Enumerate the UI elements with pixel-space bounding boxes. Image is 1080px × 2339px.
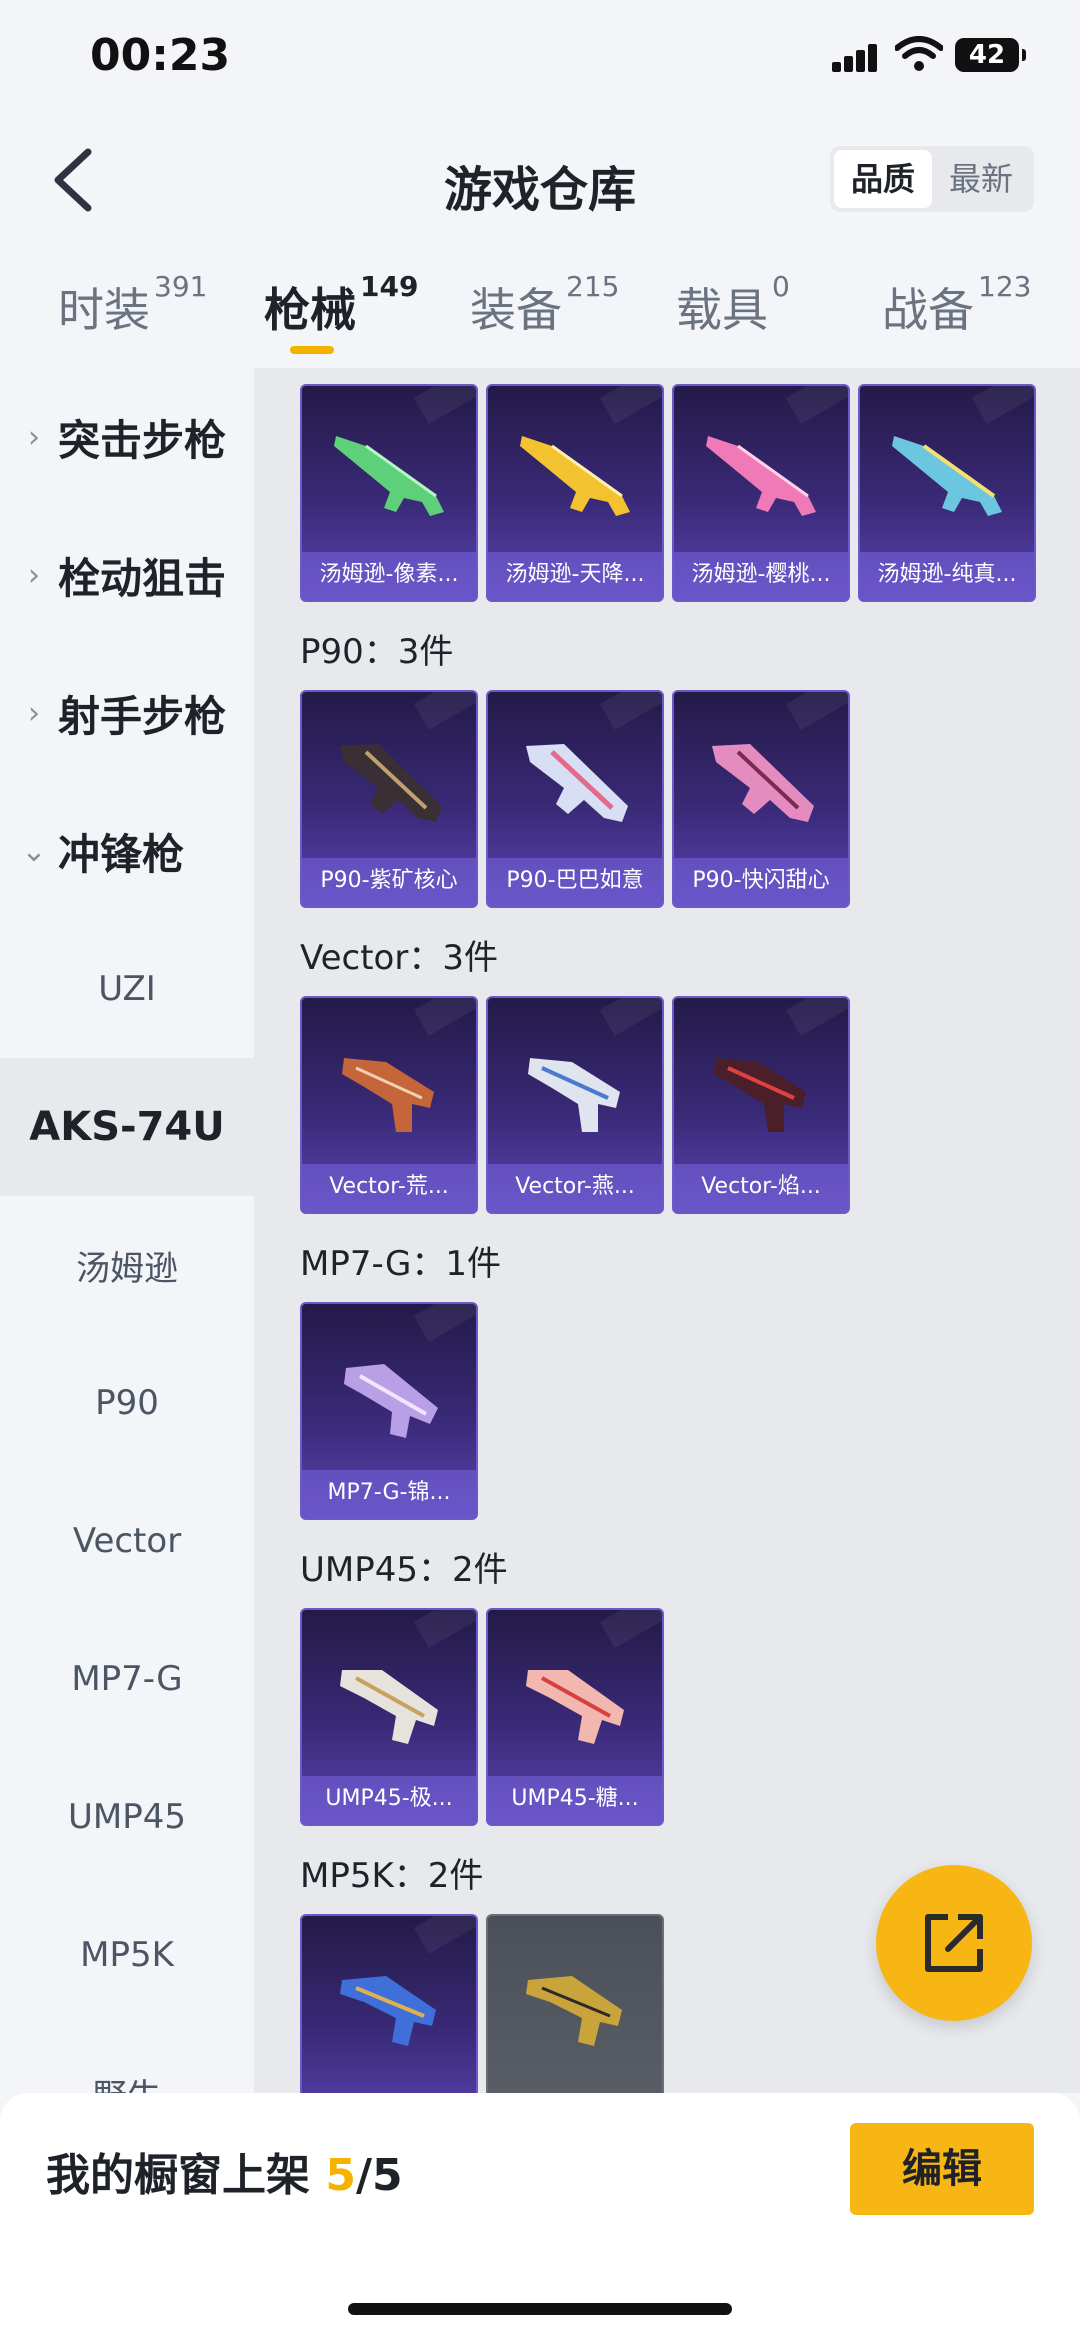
sort-quality-button[interactable]: 品质 — [834, 150, 932, 208]
tab-vehicles[interactable]: 载具 0 — [676, 270, 790, 340]
weapon-card-label: Vector-荒... — [302, 1164, 476, 1212]
share-button[interactable] — [876, 1865, 1032, 2021]
gun-icon — [342, 1058, 434, 1132]
weapon-card-label: UMP45-极... — [302, 1776, 476, 1824]
weapon-card-label: 汤姆逊-像素... — [302, 552, 476, 600]
sidebar-item-ump45[interactable]: UMP45 — [0, 1748, 254, 1886]
weapon-card[interactable]: P90-巴巴如意 — [486, 690, 664, 908]
tab-active-indicator — [290, 346, 334, 354]
weapon-card[interactable]: Vector-焰... — [672, 996, 850, 1214]
sidebar-item-mp5k[interactable]: MP5K — [0, 1886, 254, 2024]
battery-icon: 42 — [955, 38, 1026, 72]
section-title-mp7g: MP7-G：1件 — [300, 1244, 501, 1284]
gun-icon — [340, 1976, 436, 2046]
weapon-card-label: P90-巴巴如意 — [488, 858, 662, 906]
weapon-card[interactable]: 汤姆逊-像素... — [300, 384, 478, 602]
sidebar-category-assault-rifle[interactable]: › 突击步枪 — [0, 368, 254, 506]
home-indicator — [348, 2303, 732, 2315]
gun-icon — [526, 1976, 622, 2046]
chevron-right-icon: › — [28, 419, 40, 455]
weapon-card[interactable]: Vector-荒... — [300, 996, 478, 1214]
weapon-card[interactable] — [486, 1914, 664, 2093]
sidebar-category-bolt-sniper[interactable]: › 栓动狙击 — [0, 506, 254, 644]
gun-icon — [344, 1364, 438, 1438]
weapon-card[interactable]: Vector-燕... — [486, 996, 664, 1214]
section-title-mp5k: MP5K：2件 — [300, 1856, 484, 1896]
chevron-right-icon: › — [28, 695, 40, 731]
gun-icon — [706, 436, 816, 516]
weapon-card[interactable]: P90-快闪甜心 — [672, 690, 850, 908]
sidebar-item-bison[interactable]: 野牛 — [0, 2024, 254, 2094]
weapon-card[interactable]: UMP45-极... — [300, 1608, 478, 1826]
weapon-card-label: Vector-焰... — [674, 1164, 848, 1212]
gun-icon — [528, 1058, 620, 1132]
sidebar: › 突击步枪 › 栓动狙击 › 射手步枪 ⌄ 冲锋枪 UZI AKS-74U 汤姆逊 P… — [0, 368, 254, 2093]
sidebar-item-mp7g[interactable]: MP7-G — [0, 1610, 254, 1748]
sidebar-item-uzi[interactable]: UZI — [0, 920, 254, 1058]
weapon-card[interactable]: UMP45-糖... — [486, 1608, 664, 1826]
gun-icon — [892, 436, 1002, 516]
status-time: 00:23 — [90, 30, 231, 81]
weapon-card-label: UMP45-糖... — [488, 1776, 662, 1824]
category-tabs: 时装 391 枪械 149 装备 215 载具 0 战备 123 — [0, 260, 1080, 368]
wifi-icon — [895, 36, 943, 71]
weapon-card[interactable]: 汤姆逊-纯真... — [858, 384, 1036, 602]
tab-gear[interactable]: 战备 123 — [882, 270, 1031, 340]
sidebar-category-marksman[interactable]: › 射手步枪 — [0, 644, 254, 782]
sidebar-item-p90[interactable]: P90 — [0, 1334, 254, 1472]
status-bar: 00:23 42 — [0, 0, 1080, 120]
sidebar-item-aks74u[interactable]: AKS-74U — [0, 1058, 254, 1196]
tab-fashion[interactable]: 时装 391 — [58, 270, 207, 340]
sort-newest-button[interactable]: 最新 — [932, 150, 1030, 208]
gun-icon — [520, 436, 630, 516]
weapon-card[interactable]: P90-紫矿核心 — [300, 690, 478, 908]
section-title-ump45: UMP45：2件 — [300, 1550, 508, 1590]
share-icon — [925, 1914, 983, 1972]
sidebar-category-smg[interactable]: ⌄ 冲锋枪 — [0, 782, 254, 920]
tab-equipment[interactable]: 装备 215 — [470, 270, 619, 340]
gun-icon — [526, 1670, 624, 1744]
signal-icon — [832, 42, 880, 72]
sort-toggle: 品质 最新 — [830, 146, 1034, 212]
weapon-card[interactable]: 汤姆逊-天降... — [486, 384, 664, 602]
gun-icon — [340, 744, 442, 822]
weapon-card-label: P90-快闪甜心 — [674, 858, 848, 906]
gun-icon — [334, 436, 444, 516]
sidebar-item-thompson[interactable]: 汤姆逊 — [0, 1196, 254, 1334]
weapon-card[interactable]: 汤姆逊-樱桃... — [672, 384, 850, 602]
weapon-card[interactable]: MP7-G-锦... — [300, 1302, 478, 1520]
weapon-list: 汤姆逊-像素... 汤姆逊-天降... 汤姆逊-樱桃... 汤姆逊-纯真... … — [254, 368, 1080, 2093]
chevron-down-icon: ⌄ — [21, 833, 47, 869]
gun-icon — [714, 1058, 806, 1132]
weapon-card-label: Vector-燕... — [488, 1164, 662, 1212]
tab-guns[interactable]: 枪械 149 — [264, 270, 418, 340]
weapon-card-label: MP7-G-锦... — [302, 1470, 476, 1518]
weapon-card-label: 汤姆逊-樱桃... — [674, 552, 848, 600]
chevron-right-icon: › — [28, 557, 40, 593]
showcase-count: 5 — [325, 2150, 356, 2201]
sidebar-item-vector[interactable]: Vector — [0, 1472, 254, 1610]
gun-icon — [712, 744, 814, 822]
showcase-status: 我的橱窗上架 5/5 — [46, 2150, 403, 2201]
edit-button[interactable]: 编辑 — [850, 2123, 1034, 2215]
weapon-card[interactable] — [300, 1914, 478, 2093]
weapon-card-label: 汤姆逊-天降... — [488, 552, 662, 600]
section-title-p90: P90：3件 — [300, 632, 454, 672]
section-title-vector: Vector：3件 — [300, 938, 498, 978]
gun-icon — [526, 744, 628, 822]
gun-icon — [340, 1670, 438, 1744]
weapon-card-label: 汤姆逊-纯真... — [860, 552, 1034, 600]
weapon-card-label: P90-紫矿核心 — [302, 858, 476, 906]
header: 游戏仓库 品质 最新 — [0, 120, 1080, 240]
